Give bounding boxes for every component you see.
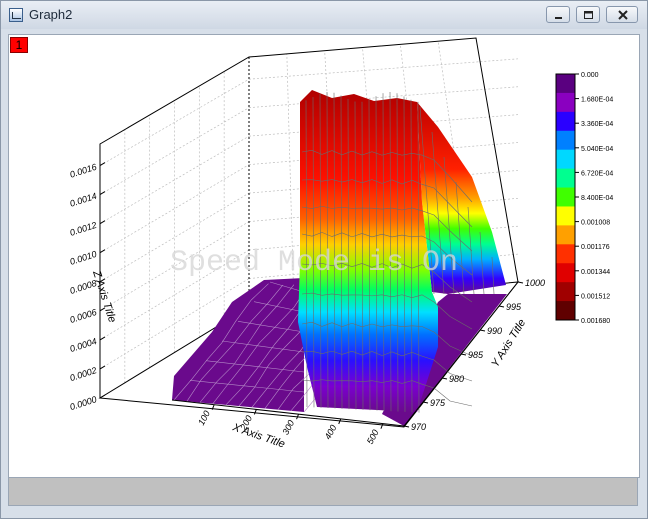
y-tick-label: 990 (487, 326, 502, 336)
z-tick-label: 0.0006 (69, 307, 98, 325)
close-icon (618, 10, 628, 20)
color-scale-swatch (556, 130, 575, 151)
color-scale-swatch (556, 301, 575, 321)
y-tick-label: 970 (411, 422, 426, 432)
z-tick-label: 0.0010 (69, 249, 98, 267)
color-scale-swatch (556, 187, 575, 207)
color-scale-swatch (556, 206, 575, 226)
y-tick-label: 1000 (525, 278, 545, 288)
y-tick-label: 975 (430, 398, 446, 408)
color-scale-swatch (556, 225, 575, 245)
color-scale-swatch (556, 244, 575, 264)
color-scale-swatch (556, 92, 575, 113)
x-tick-label: 300 (280, 418, 296, 436)
layer-number-badge[interactable]: 1 (10, 37, 28, 53)
page-bottom-area (8, 477, 638, 506)
x-tick-label: 500 (365, 428, 381, 446)
z-tick-label: 0.0012 (69, 220, 98, 238)
color-scale-label: 0.000 (581, 72, 599, 79)
speed-mode-watermark: Speed Mode is On (170, 246, 458, 280)
z-tick-label: 0.0016 (69, 162, 98, 180)
x-tick-label: 400 (323, 423, 339, 441)
x-axis-title: X Axis Title (230, 421, 286, 450)
color-scale-label: 0.001176 (581, 244, 610, 251)
maximize-button[interactable] (576, 6, 600, 23)
title-bar[interactable]: Graph2 (1, 1, 647, 29)
z-tick-label: 0.0014 (69, 191, 98, 209)
y-tick-label: 995 (506, 302, 522, 312)
color-scale-swatch (556, 111, 575, 132)
x-tick-label: 100 (196, 409, 212, 427)
close-button[interactable] (606, 6, 638, 23)
y-tick-label: 985 (468, 350, 484, 360)
color-scale-label: 0.001344 (581, 269, 610, 276)
surface-plot[interactable]: 100 200 300 400 500 X Axis Title 97097598098… (9, 35, 639, 477)
color-scale-swatch (556, 74, 575, 94)
color-scale[interactable]: 0.000 1.680E-04 3.360E-04 5.040E-04 6.720E-0… (555, 72, 613, 325)
color-scale-label: 8.400E-04 (581, 195, 613, 202)
z-tick-label: 0.0004 (69, 336, 98, 354)
color-scale-swatch (556, 168, 575, 189)
color-scale-label: 0.001008 (581, 220, 610, 227)
maximize-icon (584, 11, 593, 19)
color-scale-label: 6.720E-04 (581, 170, 613, 177)
color-scale-label: 1.680E-04 (581, 97, 613, 104)
color-scale-label: 5.040E-04 (581, 146, 613, 153)
minimize-button[interactable] (546, 6, 570, 23)
color-scale-swatch (556, 263, 575, 283)
color-scale-label: 0.001512 (581, 293, 610, 300)
window-title: Graph2 (29, 7, 73, 22)
graph-window-icon[interactable] (9, 8, 23, 22)
color-scale-label: 3.360E-04 (581, 121, 613, 128)
color-scale-swatch (556, 282, 575, 302)
z-tick-label: 0.0000 (69, 394, 98, 412)
graph-page[interactable]: 100 200 300 400 500 X Axis Title 970 975 980 98… (8, 34, 640, 478)
y-tick-label: 980 (449, 374, 464, 384)
z-tick-label: 0.0002 (69, 365, 98, 383)
color-scale-swatch (556, 149, 575, 170)
graph-window: Graph2 100 200 300 400 500 X Axis Title … (0, 0, 648, 519)
minimize-icon (555, 17, 562, 19)
color-scale-label: 0.001680 (581, 318, 610, 325)
